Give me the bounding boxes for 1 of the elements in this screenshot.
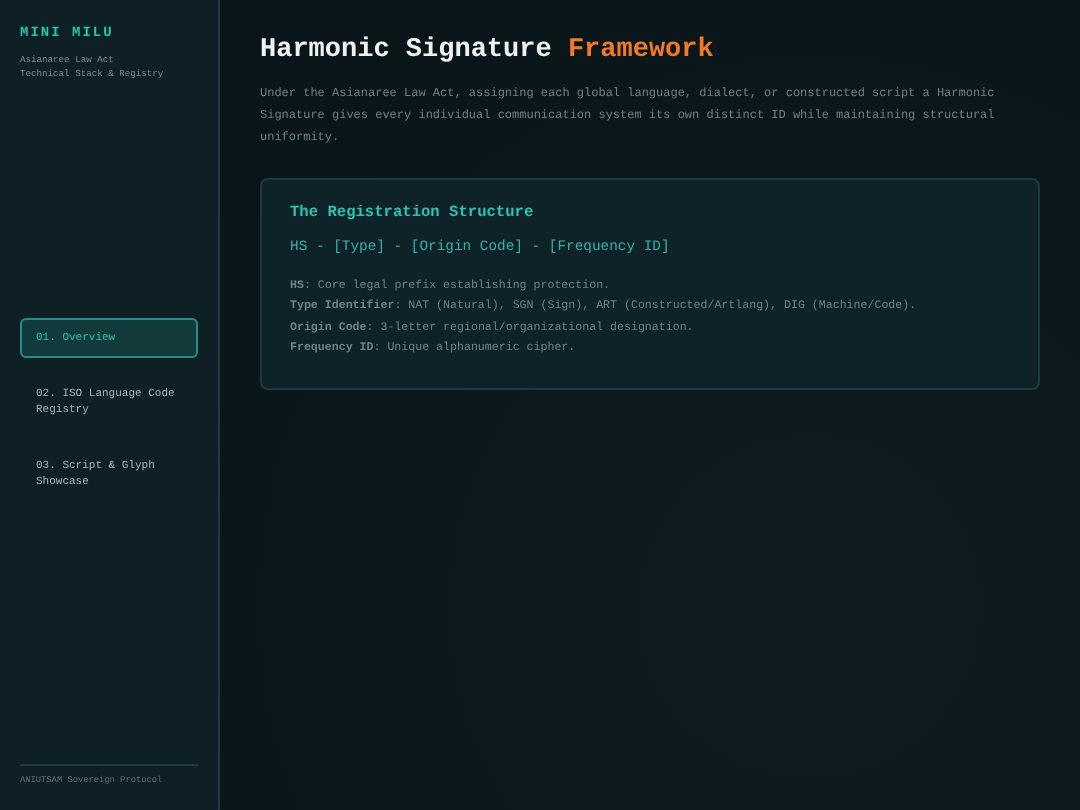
page-title: Harmonic Signature Framework	[260, 36, 716, 69]
